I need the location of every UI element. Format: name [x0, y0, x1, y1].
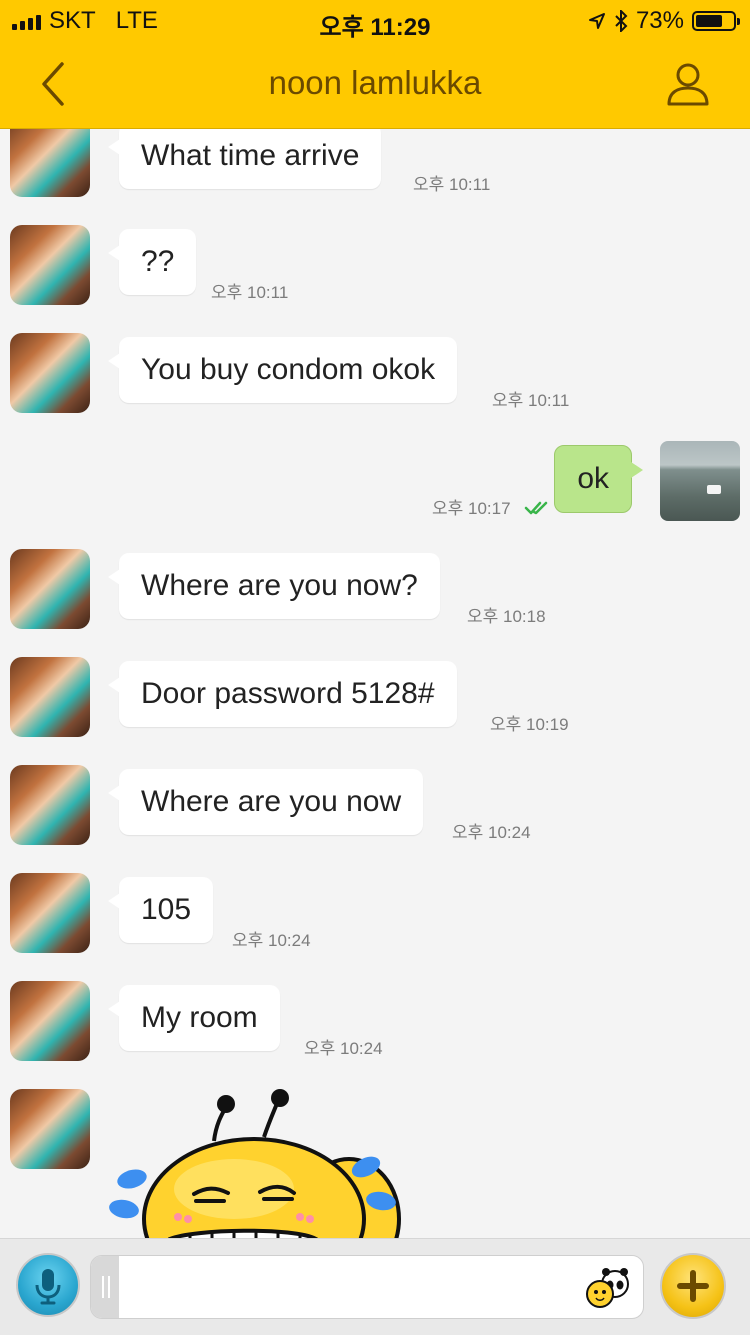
- composer-bar: [0, 1238, 750, 1335]
- message-bubble[interactable]: What time arrive: [107, 129, 382, 189]
- contact-avatar[interactable]: [10, 225, 90, 305]
- my-avatar[interactable]: [660, 441, 740, 521]
- message-time: 오후 10:24: [304, 1039, 383, 1058]
- microphone-button[interactable]: [16, 1253, 80, 1317]
- message-bubble[interactable]: My room: [108, 985, 280, 1051]
- message-time: 오후 10:11: [413, 175, 491, 194]
- message-bubble[interactable]: ??: [107, 229, 197, 295]
- message-bubble[interactable]: Door password 5128#: [108, 661, 457, 727]
- chat-title[interactable]: noon lamlukka: [0, 64, 750, 102]
- message-time: 오후 10:24: [452, 823, 531, 842]
- contact-avatar[interactable]: [10, 129, 90, 197]
- message-time: 오후 10:17: [432, 499, 511, 518]
- contact-avatar[interactable]: [10, 549, 90, 629]
- location-arrow-icon: [588, 13, 605, 29]
- crying-laughing-bee-sticker[interactable]: [104, 1089, 404, 1238]
- chat-header: noon lamlukka: [0, 40, 750, 129]
- contact-avatar[interactable]: [10, 873, 90, 953]
- contact-avatar[interactable]: [10, 657, 90, 737]
- message-bubble[interactable]: 105: [107, 877, 214, 943]
- battery-icon: [692, 11, 740, 31]
- status-bar: SKT LTE 오후 11:29 73%: [0, 0, 750, 41]
- person-icon[interactable]: [666, 62, 710, 106]
- message-time: 오후 10:19: [490, 715, 569, 734]
- message-time: 오후 10:18: [467, 607, 546, 626]
- message-time: 오후 10:11: [211, 283, 289, 302]
- message-time: 오후 10:11: [492, 391, 570, 410]
- message-input[interactable]: [90, 1255, 644, 1319]
- message-bubble[interactable]: You buy condom okok: [107, 337, 458, 403]
- contact-avatar[interactable]: [10, 765, 90, 845]
- microphone-icon: [35, 1269, 61, 1305]
- drag-handle[interactable]: [91, 1256, 119, 1318]
- read-check-icon: [524, 501, 548, 515]
- contact-avatar[interactable]: [10, 1089, 90, 1169]
- bluetooth-icon: [615, 10, 628, 32]
- plus-icon: [677, 1270, 709, 1302]
- contact-avatar[interactable]: [10, 981, 90, 1061]
- message-time: 오후 10:24: [232, 931, 311, 950]
- my-message-bubble[interactable]: ok: [554, 445, 643, 513]
- message-bubble[interactable]: Where are you now?: [108, 553, 440, 619]
- message-bubble[interactable]: Where are you now: [107, 769, 424, 835]
- contact-avatar[interactable]: [10, 333, 90, 413]
- plus-button[interactable]: [660, 1253, 726, 1319]
- battery-percent: 73%: [635, 7, 684, 34]
- emoticon-icon[interactable]: [585, 1264, 633, 1310]
- message-list[interactable]: What time arrive 오후 10:11 ?? 오후 10:11 Yo…: [0, 129, 750, 1238]
